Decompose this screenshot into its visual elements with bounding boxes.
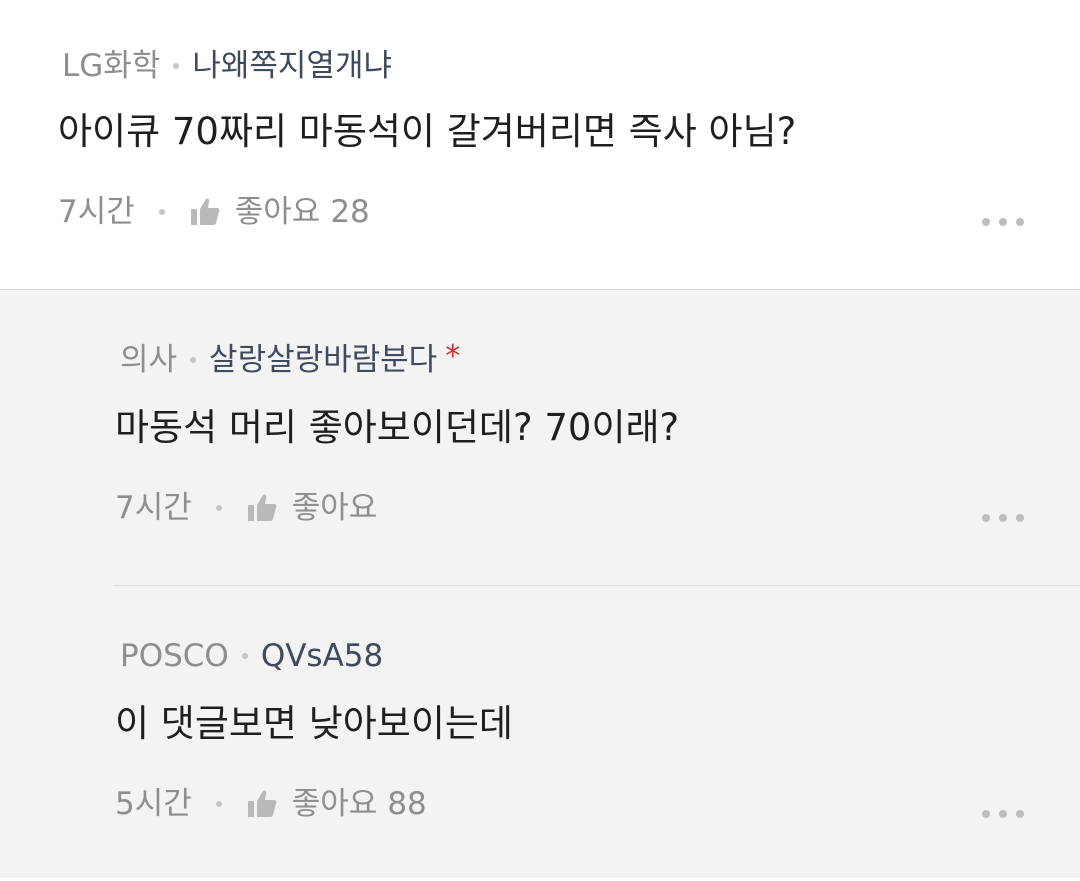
reply: POSCO QVsA58 이 댓글보면 낮아보이는데 5시간 좋아요 88 [113, 586, 1080, 881]
reply-footer: 5시간 좋아요 88 [115, 784, 427, 824]
like-label: 좋아요 [234, 194, 321, 230]
thumbs-up-icon [246, 492, 278, 524]
company-name: POSCO [120, 638, 229, 674]
like-button[interactable]: 좋아요 88 [246, 784, 427, 824]
nickname[interactable]: QVsA58 [261, 636, 383, 676]
company-name: LG화학 [62, 48, 161, 84]
separator-dot [190, 357, 197, 363]
comment-meta: LG화학 나왜쪽지열개냐 [62, 46, 392, 86]
comment-footer: 7시간 좋아요 28 [58, 192, 370, 232]
comment: LG화학 나왜쪽지열개냐 아이큐 70짜리 마동석이 갈겨버리면 즉사 아님? … [0, 0, 1080, 290]
like-label: 좋아요 [291, 786, 378, 822]
more-horizontal-icon[interactable] [982, 810, 1024, 818]
reply: 의사 살랑살랑바람분다 * 마동석 머리 좋아보이던데? 70이래? 7시간 좋… [113, 290, 1080, 586]
comment-text: 아이큐 70짜리 마동석이 갈겨버리면 즉사 아님? [58, 110, 797, 153]
reply-footer: 7시간 좋아요 [115, 488, 387, 528]
more-horizontal-icon[interactable] [982, 218, 1024, 226]
like-count: 88 [387, 786, 427, 822]
like-button[interactable]: 좋아요 [246, 488, 388, 528]
nickname[interactable]: 나왜쪽지열개냐 [192, 46, 392, 86]
timestamp: 5시간 [115, 786, 192, 822]
more-horizontal-icon[interactable] [982, 514, 1024, 522]
reply-text: 마동석 머리 좋아보이던데? 70이래? [115, 406, 680, 449]
thumbs-up-icon [246, 788, 278, 820]
separator-dot [158, 209, 165, 215]
separator-dot [215, 505, 222, 511]
timestamp: 7시간 [58, 194, 135, 230]
nickname[interactable]: 살랑살랑바람분다 [209, 340, 437, 380]
company-name: 의사 [120, 342, 178, 378]
thumbs-up-icon [189, 196, 221, 228]
replies-section: 의사 살랑살랑바람분다 * 마동석 머리 좋아보이던데? 70이래? 7시간 좋… [0, 290, 1080, 878]
like-button[interactable]: 좋아요 28 [189, 192, 370, 232]
author-marker: * [445, 339, 461, 374]
like-count: 28 [330, 194, 370, 230]
like-label: 좋아요 [291, 490, 378, 526]
reply-meta: POSCO QVsA58 [120, 636, 383, 676]
separator-dot [215, 801, 222, 807]
timestamp: 7시간 [115, 490, 192, 526]
reply-text: 이 댓글보면 낮아보이는데 [115, 702, 513, 745]
reply-meta: 의사 살랑살랑바람분다 * [120, 339, 461, 380]
separator-dot [173, 63, 180, 69]
separator-dot [241, 653, 248, 659]
